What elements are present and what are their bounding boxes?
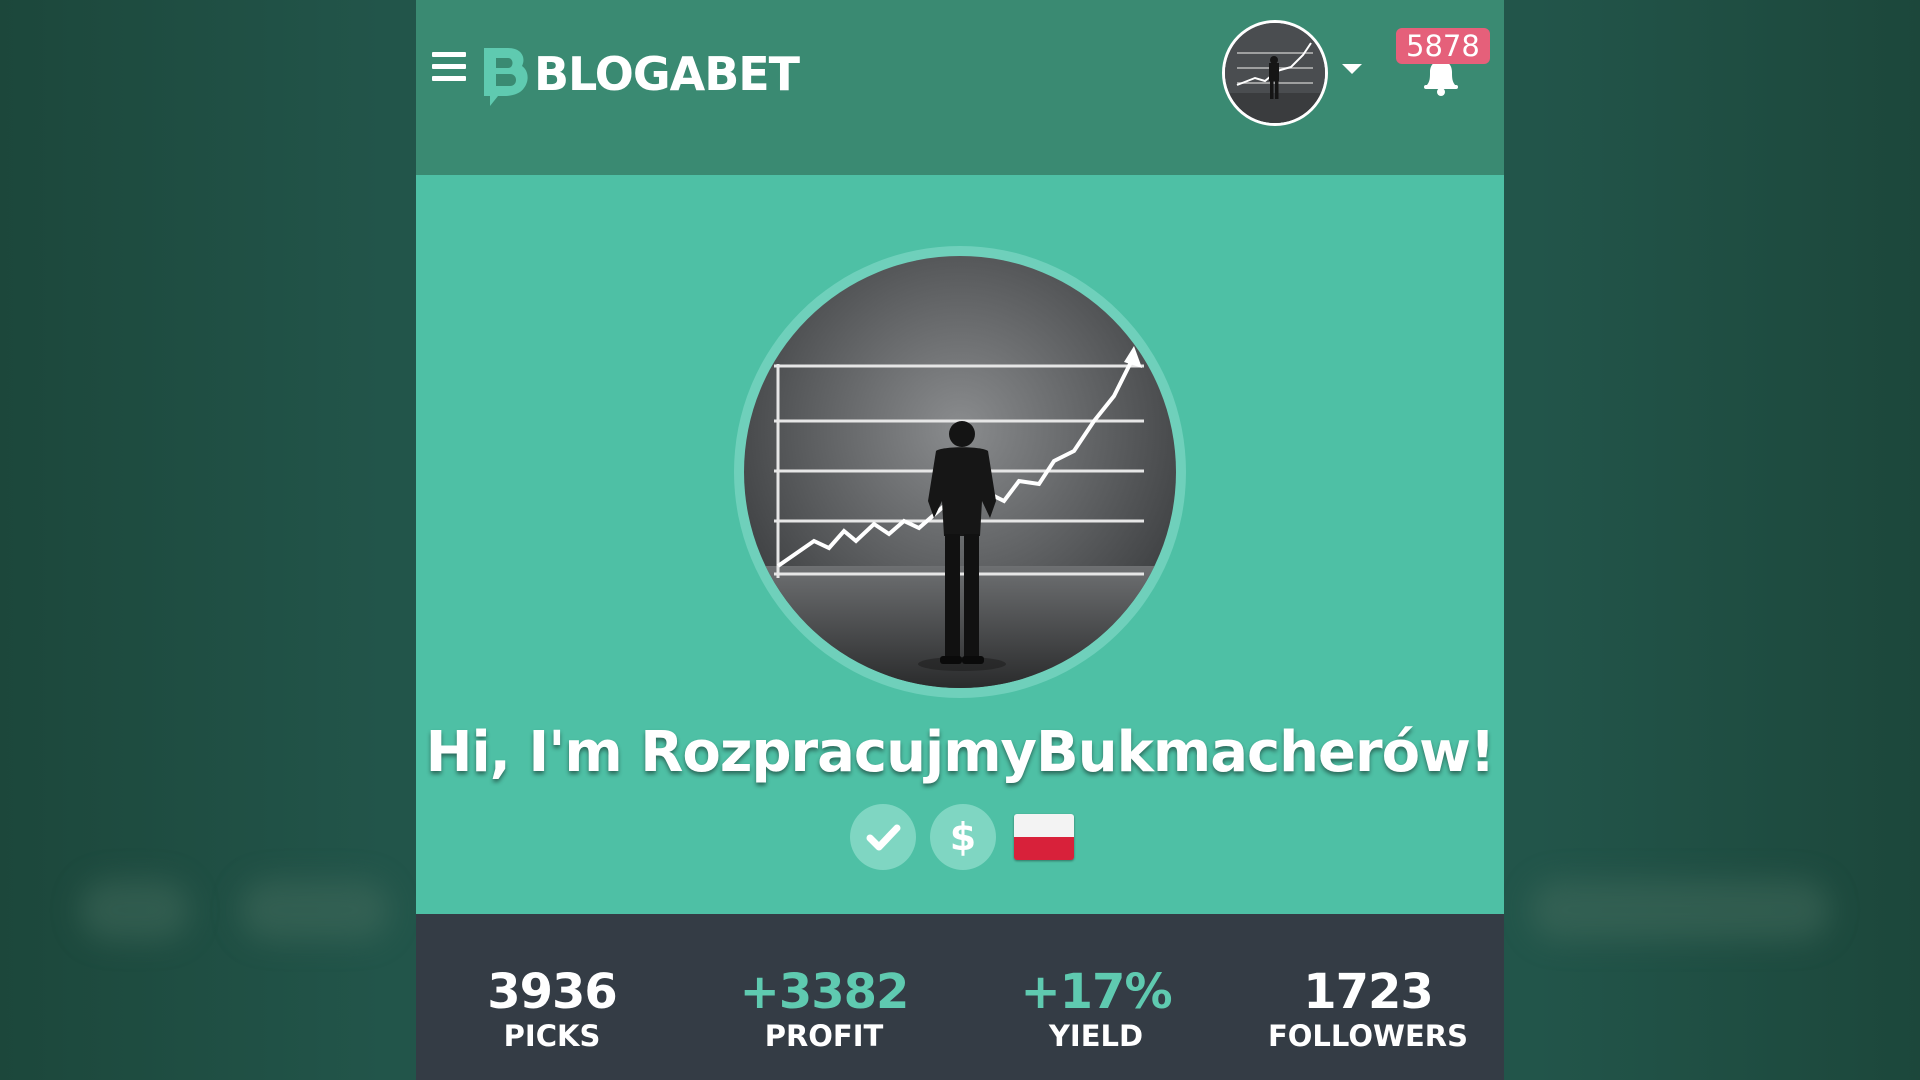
user-menu-caret-icon[interactable] xyxy=(1342,64,1362,74)
stat-value: +17% xyxy=(1020,964,1172,1020)
blurred-background-shape xyxy=(240,880,390,940)
stat-profit[interactable]: +3382 PROFIT xyxy=(688,914,960,1080)
poland-flag-icon xyxy=(1014,814,1074,860)
stat-label: YIELD xyxy=(1048,1019,1144,1053)
profile-picture xyxy=(734,246,1186,698)
stat-value: 1723 xyxy=(1303,964,1434,1020)
stat-label: PICKS xyxy=(503,1019,601,1053)
verified-check-icon xyxy=(850,804,916,870)
stat-followers[interactable]: 1723 FOLLOWERS xyxy=(1232,914,1504,1080)
stat-value: 3936 xyxy=(487,964,618,1020)
blurred-background-shape xyxy=(1530,880,1830,940)
menu-icon[interactable] xyxy=(432,52,466,92)
stat-label: FOLLOWERS xyxy=(1267,1019,1469,1053)
stat-picks[interactable]: 3936 PICKS xyxy=(416,914,688,1080)
blurred-background-shape xyxy=(80,880,190,940)
stat-value: +3382 xyxy=(739,964,910,1020)
paid-dollar-icon: $ xyxy=(930,804,996,870)
stat-yield[interactable]: +17% YIELD xyxy=(960,914,1232,1080)
blogabet-logo-icon[interactable] xyxy=(478,44,530,110)
profile-stats-bar: 3936 PICKS +3382 PROFIT +17% YIELD 1723 … xyxy=(416,914,1504,1080)
notifications-count-badge[interactable]: 5878 xyxy=(1396,28,1490,64)
profile-badges: $ xyxy=(416,804,1504,870)
profile-greeting: Hi, I'm RozpracujmyBukmacherów! xyxy=(425,720,1496,785)
businessman-growth-chart-image xyxy=(744,256,1176,688)
svg-text:$: $ xyxy=(950,815,976,859)
top-navigation-bar: BLOGABET 5878 xyxy=(416,0,1504,175)
profile-screen: BLOGABET 5878 Hi, I'm RozpracujmyBukmach… xyxy=(416,0,1504,1080)
stat-label: PROFIT xyxy=(764,1019,884,1053)
brand-name[interactable]: BLOGABET xyxy=(534,44,800,104)
user-avatar[interactable] xyxy=(1222,20,1328,126)
